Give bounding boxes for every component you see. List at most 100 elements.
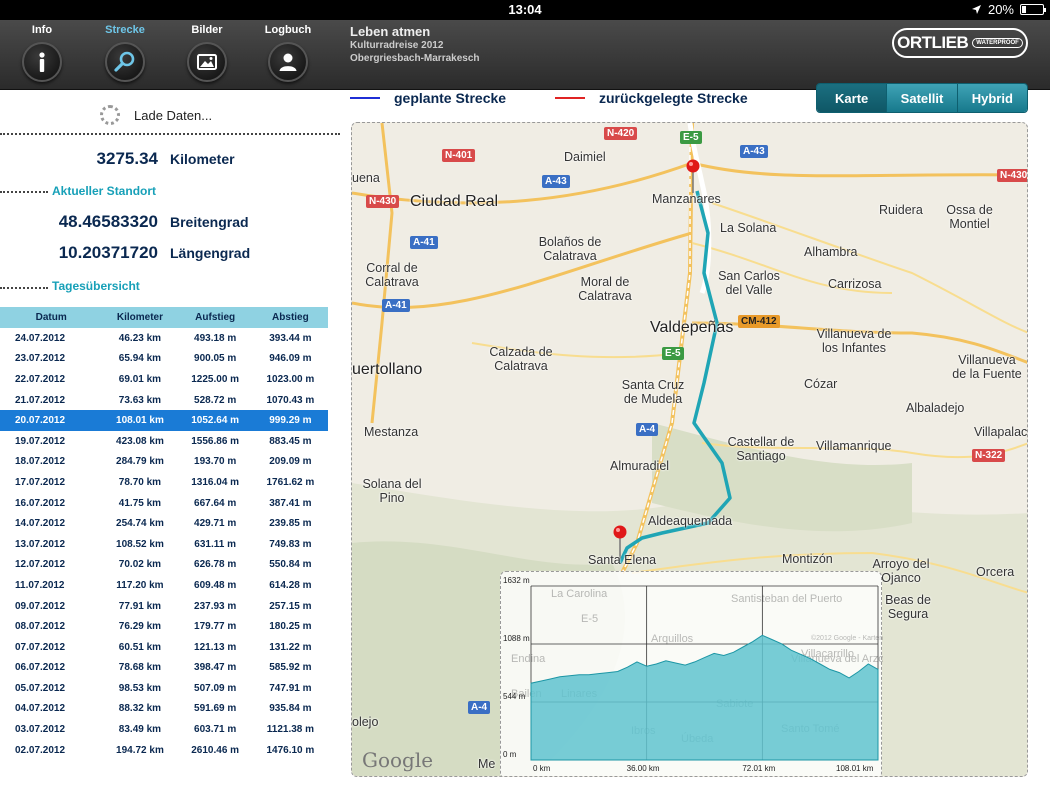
tab-logbuch[interactable]: Logbuch: [253, 24, 323, 82]
town-label: Almuradiel: [610, 459, 670, 473]
distance-value: 3275.34: [96, 149, 158, 168]
table-cell: 73.63 km: [118, 394, 162, 406]
clock: 13:04: [508, 2, 542, 17]
battery-icon: [1020, 4, 1046, 15]
y-tick-label: 0 m: [503, 750, 517, 759]
user-icon: [268, 42, 308, 82]
distance-label: Kilometer: [170, 151, 235, 167]
town-label: olejo: [352, 715, 379, 729]
table-cell: 06.07.2012: [15, 662, 66, 674]
table-cell: 78.68 km: [118, 662, 162, 674]
battery-percent: 20%: [987, 2, 1014, 17]
table-cell: 946.09 m: [269, 353, 312, 365]
tab-bilder[interactable]: Bilder: [172, 24, 242, 82]
table-row[interactable]: 19.07.2012 423.08 km 1556.86 m 883.45 m: [0, 431, 328, 452]
table-cell: 41.75 km: [118, 497, 162, 509]
town-label: Orcera: [976, 565, 1015, 579]
table-row[interactable]: 17.07.2012 78.70 km 1316.04 m 1761.62 m: [0, 472, 328, 493]
road-shield: A-41: [382, 299, 410, 312]
tab-info[interactable]: Info: [7, 24, 77, 82]
traveled-label: zurückgelegte Strecke: [599, 90, 748, 106]
map-type-karte[interactable]: Karte: [817, 84, 887, 112]
table-cell: 98.53 km: [118, 682, 162, 694]
town-label: Daimiel: [564, 150, 606, 164]
table-cell: 609.48 m: [194, 579, 237, 591]
column-header: Kilometer: [102, 307, 178, 328]
trip-route: Obergriesbach-Marrakesch: [350, 53, 480, 64]
table-row[interactable]: 02.07.2012 194.72 km 2610.46 m 1476.10 m: [0, 740, 328, 761]
town-label: Villanueva de los Infantes: [816, 327, 892, 355]
tab-strecke[interactable]: Strecke: [90, 24, 160, 82]
table-cell: 21.07.2012: [15, 394, 66, 406]
road-shield: A-4: [468, 701, 491, 714]
table-row[interactable]: 08.07.2012 76.29 km 179.77 m 180.25 m: [0, 616, 328, 637]
tab-strecke-label: Strecke: [105, 24, 145, 36]
table-cell: 14.07.2012: [15, 518, 66, 530]
table-row[interactable]: 21.07.2012 73.63 km 528.72 m 1070.43 m: [0, 390, 328, 411]
table-row[interactable]: 16.07.2012 41.75 km 667.64 m 387.41 m: [0, 493, 328, 514]
map-type-hybrid[interactable]: Hybrid: [956, 84, 1027, 112]
table-row[interactable]: 14.07.2012 254.74 km 429.71 m 239.85 m: [0, 513, 328, 534]
table-row[interactable]: 23.07.2012 65.94 km 900.05 m 946.09 m: [0, 349, 328, 370]
table-cell: 626.78 m: [194, 559, 237, 571]
map-view[interactable]: Daimiel Ciudad Real Manzanares La Solana…: [351, 122, 1028, 777]
ortlieb-logo: ORTLIEB WATERPROOF: [892, 28, 1028, 58]
town-label: Villamanrique: [816, 439, 892, 453]
table-cell: 507.09 m: [194, 682, 237, 694]
table-row[interactable]: 04.07.2012 88.32 km 591.69 m 935.84 m: [0, 699, 328, 720]
y-tick-label: 1088 m: [503, 634, 530, 643]
elevation-profile: La Carolina Santisteban del Puerto Arquill…: [500, 571, 941, 776]
map-type-satellit[interactable]: Satellit: [886, 84, 957, 112]
town-label: Montizón: [782, 552, 833, 566]
table-cell: 46.23 km: [118, 332, 162, 344]
road-shield: A-4: [636, 423, 659, 436]
table-row[interactable]: 24.07.2012 46.23 km 493.18 m 393.44 m: [0, 328, 328, 349]
table-row[interactable]: 13.07.2012 108.52 km 631.11 m 749.83 m: [0, 534, 328, 555]
table-row[interactable]: 20.07.2012 108.01 km 1052.64 m 999.29 m: [0, 410, 328, 431]
road-shield: N-322: [972, 449, 1006, 462]
table-row[interactable]: 22.07.2012 69.01 km 1225.00 m 1023.00 m: [0, 369, 328, 390]
table-cell: 900.05 m: [194, 353, 237, 365]
table-cell: 193.70 m: [194, 456, 237, 468]
y-tick-label: 544 m: [503, 692, 526, 701]
table-row[interactable]: 07.07.2012 60.51 km 121.13 m 131.22 m: [0, 637, 328, 658]
table-row[interactable]: 18.07.2012 284.79 km 193.70 m 209.09 m: [0, 452, 328, 473]
town-label: Castellar de Santiago: [727, 435, 795, 463]
divider: [0, 287, 48, 289]
table-cell: 2610.46 m: [191, 744, 240, 756]
table-row[interactable]: 05.07.2012 98.53 km 507.09 m 747.91 m: [0, 678, 328, 699]
town-label: Cózar: [804, 377, 838, 391]
table-cell: 12.07.2012: [15, 559, 66, 571]
latitude-label: Breitengrad: [170, 214, 249, 230]
table-cell: 1121.38 m: [266, 724, 315, 736]
town-label: Santa Cruz de Mudela: [621, 378, 685, 406]
table-row[interactable]: 06.07.2012 78.68 km 398.47 m 585.92 m: [0, 658, 328, 679]
table-cell: 1225.00 m: [191, 373, 240, 385]
town-label: Carrizosa: [828, 277, 882, 291]
table-row[interactable]: 12.07.2012 70.02 km 626.78 m 550.84 m: [0, 555, 328, 576]
table-cell: 284.79 km: [116, 456, 164, 468]
x-tick-label: 36.00 km: [626, 764, 660, 773]
table-row[interactable]: 03.07.2012 83.49 km 603.71 m 1121.38 m: [0, 719, 328, 740]
table-cell: 239.85 m: [269, 518, 312, 530]
divider: [0, 191, 48, 193]
table-cell: 550.84 m: [269, 559, 312, 571]
town-label: uena: [352, 171, 380, 185]
table-row[interactable]: 09.07.2012 77.91 km 237.93 m 257.15 m: [0, 596, 328, 617]
road-shield: A-41: [410, 236, 438, 249]
table-cell: 257.15 m: [269, 600, 312, 612]
town-label: Bolaños de Calatrava: [538, 235, 602, 263]
town-label: Calzada de Calatrava: [489, 345, 553, 373]
x-tick-label: 72.01 km: [742, 764, 776, 773]
table-cell: 1761.62 m: [266, 476, 315, 488]
table-cell: 117.20 km: [116, 579, 164, 591]
table-row[interactable]: 11.07.2012 117.20 km 609.48 m 614.28 m: [0, 575, 328, 596]
town-label: Santa Elena: [588, 553, 657, 567]
table-cell: 747.91 m: [269, 682, 312, 694]
trip-title: Leben atmen: [350, 24, 431, 39]
table-cell: 09.07.2012: [15, 600, 66, 612]
table-cell: 83.49 km: [118, 724, 162, 736]
map-pin-icon[interactable]: [686, 159, 700, 193]
town-label: Solana del Pino: [362, 477, 422, 505]
table-cell: 631.11 m: [194, 538, 237, 550]
